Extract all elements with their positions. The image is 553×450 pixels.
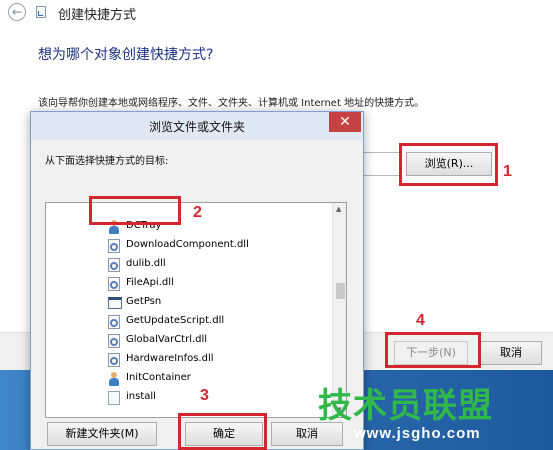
list-item-label: dulib.dll bbox=[126, 258, 166, 269]
file-icon bbox=[108, 391, 120, 405]
wizard-header: ← 创建快捷方式 bbox=[0, 0, 553, 26]
list-item-label: GetPsn bbox=[126, 296, 162, 307]
exe-window-icon bbox=[108, 297, 122, 309]
list-item[interactable]: DownloadComponent.dll bbox=[108, 236, 328, 255]
list-item-label: FileApi.dll bbox=[126, 277, 174, 288]
scroll-thumb[interactable] bbox=[336, 283, 345, 299]
list-item[interactable]: FileApi.dll bbox=[108, 274, 328, 293]
wizard-cancel-button[interactable]: 取消 bbox=[480, 341, 542, 365]
list-item[interactable]: GetPsn bbox=[108, 293, 328, 312]
dialog-body: 从下面选择快捷方式的目标: DCTray DownloadComponent.d… bbox=[31, 140, 363, 449]
list-item-label: InitContainer bbox=[126, 372, 191, 383]
wizard-question: 想为哪个对象创建快捷方式? bbox=[38, 47, 214, 63]
list-item[interactable]: GlobalVarCtrl.dll bbox=[108, 331, 328, 350]
dialog-title: 浏览文件或文件夹 bbox=[148, 120, 245, 134]
location-input[interactable] bbox=[360, 152, 400, 176]
gear-file-icon bbox=[108, 277, 120, 291]
gear-file-icon bbox=[108, 334, 120, 348]
shortcut-icon bbox=[36, 6, 46, 18]
back-arrow-icon[interactable]: ← bbox=[8, 3, 26, 21]
list-item[interactable]: InitContainer bbox=[108, 369, 328, 388]
list-item-label: install bbox=[126, 391, 156, 402]
list-item-label: DownloadComponent.dll bbox=[126, 239, 249, 250]
annotation-number-1: 1 bbox=[503, 163, 512, 180]
person-icon bbox=[108, 372, 120, 386]
annotation-box-browse bbox=[399, 143, 498, 186]
new-folder-button[interactable]: 新建文件夹(M) bbox=[47, 422, 157, 446]
gear-file-icon bbox=[108, 239, 120, 253]
watermark-url: www.jsgho.com bbox=[354, 425, 481, 442]
list-item[interactable]: install bbox=[108, 388, 328, 407]
file-tree-list[interactable]: DCTray DownloadComponent.dll dulib.dll F… bbox=[45, 202, 347, 418]
gear-file-icon bbox=[108, 258, 120, 272]
wizard-description: 该向导帮你创建本地或网络程序、文件、文件夹、计算机或 Internet 地址的快… bbox=[38, 98, 425, 109]
list-item[interactable]: HardwareInfos.dll bbox=[108, 350, 328, 369]
annotation-number-4: 4 bbox=[416, 312, 425, 329]
list-item-label: HardwareInfos.dll bbox=[126, 353, 214, 364]
list-item-label: GlobalVarCtrl.dll bbox=[126, 334, 208, 345]
list-item-label: GetUpdateScript.dll bbox=[126, 315, 225, 326]
list-item[interactable]: dulib.dll bbox=[108, 255, 328, 274]
annotation-number-3: 3 bbox=[200, 387, 209, 404]
scroll-up-icon[interactable]: ▲ bbox=[336, 205, 341, 213]
browse-dialog: 浏览文件或文件夹 ✕ 从下面选择快捷方式的目标: DCTray Download… bbox=[30, 111, 364, 450]
close-icon[interactable]: ✕ bbox=[329, 112, 361, 132]
wizard-title: 创建快捷方式 bbox=[58, 8, 137, 23]
dialog-prompt: 从下面选择快捷方式的目标: bbox=[45, 156, 169, 167]
dialog-titlebar: 浏览文件或文件夹 ✕ bbox=[31, 112, 363, 140]
annotation-number-2: 2 bbox=[193, 204, 202, 221]
annotation-box-next bbox=[385, 332, 481, 368]
annotation-box-dctray bbox=[89, 196, 181, 225]
watermark-logo-text: 技术员联盟 bbox=[318, 386, 493, 426]
gear-file-icon bbox=[108, 315, 120, 329]
list-item[interactable]: GetUpdateScript.dll bbox=[108, 312, 328, 331]
annotation-box-ok bbox=[178, 413, 267, 450]
gear-file-icon bbox=[108, 353, 120, 367]
